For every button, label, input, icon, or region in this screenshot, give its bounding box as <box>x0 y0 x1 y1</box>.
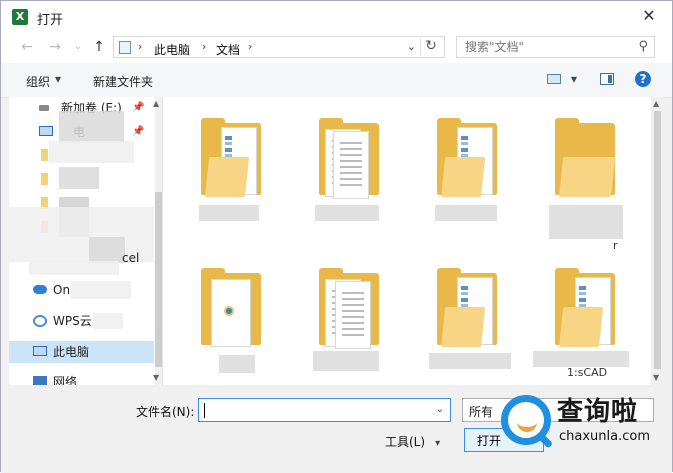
filename-combobox[interactable]: ⌄ <box>198 398 451 422</box>
onedrive-icon <box>33 285 47 294</box>
up-button[interactable]: ↑ <box>90 38 108 56</box>
file-name-redacted <box>315 205 379 221</box>
filename-input[interactable] <box>203 402 427 418</box>
refresh-button[interactable]: ↻ <box>420 38 441 56</box>
file-name-redacted <box>429 353 511 369</box>
folder-item[interactable] <box>315 107 399 227</box>
file-name-redacted <box>549 205 623 239</box>
scroll-down-icon[interactable]: ▼ <box>153 373 159 382</box>
redacted-area <box>71 281 131 299</box>
filename-label: 文件名(N): <box>136 405 195 419</box>
sidebar-item-label: cel <box>122 251 140 265</box>
folder-icon <box>41 149 48 161</box>
sidebar-item-this-pc[interactable]: 此电脑 <box>9 341 154 363</box>
address-row: ← → ⌄ ↑ › 此电脑 › 文档 › ⌄ ↻ ⚲ <box>1 33 672 63</box>
folder-item[interactable] <box>429 257 517 377</box>
file-name-fragment: 1:sCAD <box>567 366 608 379</box>
scroll-thumb[interactable] <box>155 192 162 367</box>
excel-app-icon: X <box>12 9 28 25</box>
sidebar-item-wps-cloud[interactable]: WPS云 <box>9 310 154 332</box>
breadcrumb-separator: › <box>138 40 143 53</box>
scroll-down-icon[interactable]: ▼ <box>653 373 659 382</box>
back-button[interactable]: ← <box>18 38 36 56</box>
drive-icon <box>39 105 49 111</box>
recent-locations-dropdown[interactable]: ⌄ <box>69 38 87 56</box>
breadcrumb-this-pc[interactable]: 此电脑 <box>154 41 190 58</box>
address-bar[interactable]: › 此电脑 › 文档 › ⌄ ↻ <box>113 36 445 58</box>
preview-pane-icon[interactable] <box>600 73 614 85</box>
address-dropdown[interactable]: ⌄ <box>407 40 416 53</box>
folder-item[interactable] <box>435 107 517 227</box>
pc-icon <box>33 346 47 356</box>
file-name-redacted <box>199 205 259 221</box>
sidebar-item-label: WPS云 <box>53 314 92 328</box>
content-scrollbar[interactable]: ▲ ▼ <box>651 97 664 385</box>
file-name-redacted <box>435 205 497 221</box>
scroll-up-icon[interactable]: ▲ <box>153 99 159 108</box>
file-name-redacted <box>313 351 379 371</box>
file-name-redacted <box>219 355 255 373</box>
sidebar-item-label: On <box>53 283 71 297</box>
text-caret <box>204 403 205 418</box>
redacted-area <box>59 111 124 143</box>
folder-item[interactable] <box>201 257 281 377</box>
dropdown-icon: ▾ <box>435 438 441 449</box>
watermark-site: chaxunla.com <box>559 429 650 444</box>
redacted-area <box>29 261 119 275</box>
navigation-pane: 新加卷 (E:) 📌 电 📌 cel On WPS云 <box>9 97 163 385</box>
tools-menu[interactable]: 工具(L) ▾ <box>385 433 440 450</box>
folder-item[interactable]: r <box>549 107 635 252</box>
chevron-down-icon[interactable]: ⌄ <box>436 404 444 415</box>
folder-item[interactable]: 1:sCAD <box>533 257 635 379</box>
redacted-area <box>49 141 134 163</box>
sidebar-item-label: 网络 <box>53 375 78 385</box>
file-list: r 1:sCAD <box>163 97 651 385</box>
pc-icon <box>39 126 53 136</box>
sidebar-item-label: 此电脑 <box>53 345 90 359</box>
close-button[interactable]: ✕ <box>626 1 672 33</box>
pin-icon[interactable]: 📌 <box>132 97 144 119</box>
forward-button[interactable]: → <box>46 38 64 56</box>
tools-label: 工具(L) <box>385 435 426 449</box>
search-box[interactable]: ⚲ <box>456 36 655 58</box>
toolbar: 组织 ▾ 新建文件夹 ▾ ? <box>1 63 672 98</box>
breadcrumb-separator: › <box>248 40 253 53</box>
view-dropdown-icon[interactable]: ▾ <box>571 72 577 86</box>
organize-dropdown-icon[interactable]: ▾ <box>55 72 61 86</box>
watermark-logo: 查询啦 chaxunla.com <box>493 385 671 465</box>
scroll-up-icon[interactable]: ▲ <box>653 99 659 108</box>
help-icon[interactable]: ? <box>635 71 651 87</box>
folder-item[interactable] <box>313 257 399 377</box>
organize-button[interactable]: 组织 <box>26 73 50 90</box>
redacted-area <box>59 167 99 189</box>
window-title: 打开 <box>37 13 64 28</box>
search-input[interactable] <box>463 39 632 55</box>
search-icon[interactable]: ⚲ <box>638 39 648 54</box>
breadcrumb-separator: › <box>202 40 207 53</box>
file-name-redacted <box>533 351 629 367</box>
folder-icon <box>41 173 48 185</box>
file-name-fragment: r <box>613 239 618 252</box>
sidebar-item-network[interactable]: 网络 <box>9 371 154 385</box>
pin-icon[interactable]: 📌 <box>132 121 144 143</box>
breadcrumb-documents[interactable]: 文档 <box>216 41 240 58</box>
scroll-thumb[interactable] <box>654 111 661 369</box>
open-file-dialog: X 打开 ✕ ← → ⌄ ↑ › 此电脑 › 文档 › ⌄ ↻ ⚲ 组织 ▾ 新… <box>0 0 673 473</box>
title-bar: X 打开 ✕ <box>1 1 672 33</box>
network-icon <box>33 376 47 385</box>
redacted-area <box>93 313 123 329</box>
nav-scrollbar[interactable]: ▲ ▼ <box>153 97 162 385</box>
folder-item[interactable] <box>199 107 281 227</box>
file-type-label: 所有 <box>469 405 494 419</box>
watermark-brand: 查询啦 <box>557 397 639 427</box>
wps-cloud-icon <box>33 315 47 327</box>
new-folder-button[interactable]: 新建文件夹 <box>93 73 153 90</box>
ie-document-icon <box>224 306 234 316</box>
view-options-icon[interactable] <box>547 74 561 84</box>
pc-icon <box>119 41 131 54</box>
